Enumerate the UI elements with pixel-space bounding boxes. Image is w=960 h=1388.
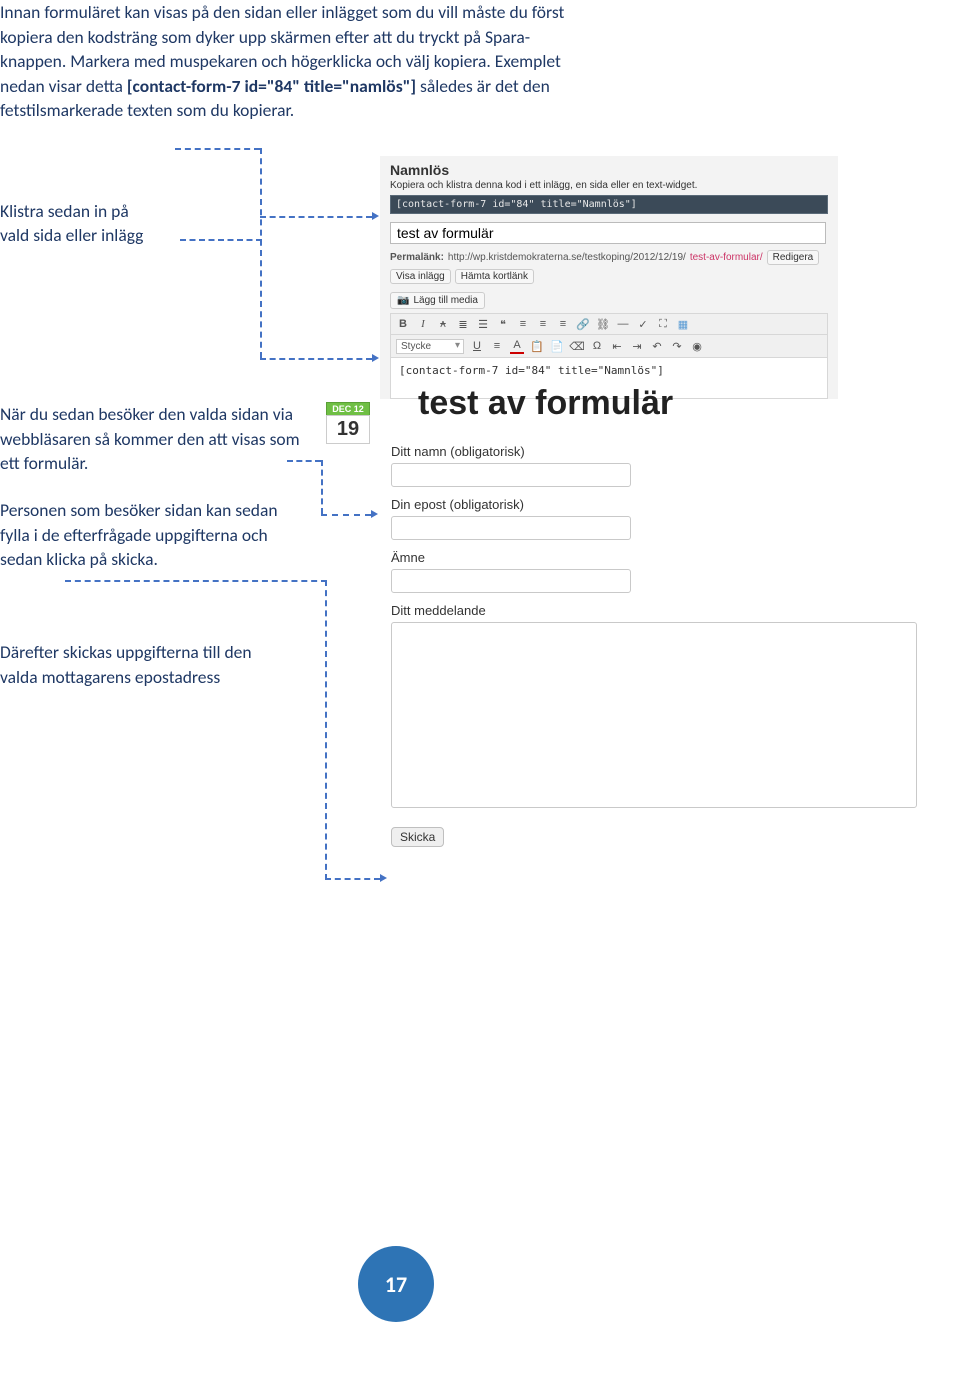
align-left-icon[interactable]: ≡ xyxy=(516,317,530,331)
permalink-slug: test-av-formular/ xyxy=(690,252,763,263)
shortcode-help: Kopiera och klistra denna kod i ett inlä… xyxy=(380,180,838,195)
outdent-icon[interactable]: ⇤ xyxy=(610,339,624,353)
connector xyxy=(175,148,260,150)
justify-icon[interactable]: ≡ xyxy=(490,339,504,353)
editor-toolbar-row1: B I ᴀ ≣ ☰ ❝ ≡ ≡ ≡ 🔗 ⛓ — ✓ ⛶ ▦ xyxy=(390,313,828,335)
contact-form: Ditt namn (obligatorisk) Din epost (obli… xyxy=(391,434,926,847)
connector xyxy=(65,580,327,582)
page-number: 17 xyxy=(358,1246,434,1322)
align-right-icon[interactable]: ≡ xyxy=(556,317,570,331)
intro-paragraph: Innan formuläret kan visas på den sidan … xyxy=(0,0,580,123)
connector xyxy=(287,460,321,462)
connector xyxy=(260,216,372,218)
spell-icon[interactable]: ✓ xyxy=(636,317,650,331)
visit-instruction: När du sedan besöker den valda sidan via… xyxy=(0,402,300,476)
connector xyxy=(180,239,262,241)
message-label: Ditt meddelande xyxy=(391,603,926,618)
connector xyxy=(260,148,262,358)
arrow-icon xyxy=(371,510,378,518)
intro-shortcode: [contact-form-7 id="84" title="namlös"] xyxy=(127,75,416,97)
arrow-icon xyxy=(372,354,379,362)
textcolor-icon[interactable]: A xyxy=(510,338,524,354)
arrow-icon xyxy=(380,874,387,882)
submit-button[interactable]: Skicka xyxy=(391,827,444,847)
link-icon[interactable]: 🔗 xyxy=(576,317,590,331)
special-char-icon[interactable]: Ω xyxy=(590,339,604,353)
strike-icon[interactable]: ᴀ xyxy=(436,317,450,331)
redo-icon[interactable]: ↷ xyxy=(670,339,684,353)
form-title: Namnlös xyxy=(380,156,838,180)
permalink-url: http://wp.kristdemokraterna.se/testkopin… xyxy=(448,252,686,263)
fullscreen-icon[interactable]: ⛶ xyxy=(656,317,670,331)
more-icon[interactable]: — xyxy=(616,317,630,331)
indent-icon[interactable]: ⇥ xyxy=(630,339,644,353)
shortlink-button[interactable]: Hämta kortlänk xyxy=(455,269,534,284)
subject-input[interactable] xyxy=(391,569,631,593)
email-input[interactable] xyxy=(391,516,631,540)
date-month: DEC 12 xyxy=(326,402,370,415)
name-label: Ditt namn (obligatorisk) xyxy=(391,444,926,459)
name-input[interactable] xyxy=(391,463,631,487)
permalink-label: Permalänk: xyxy=(390,252,444,263)
wp-editor-screenshot: Namnlös Kopiera och klistra denna kod i … xyxy=(380,156,838,399)
connector xyxy=(260,358,372,360)
connector xyxy=(325,580,327,880)
connector xyxy=(325,878,380,880)
date-day: 19 xyxy=(326,415,370,444)
bullets-icon[interactable]: ≣ xyxy=(456,317,470,331)
connector xyxy=(321,460,323,514)
message-textarea[interactable] xyxy=(391,622,917,808)
paste-word-icon[interactable]: 📄 xyxy=(550,339,564,353)
send-instruction: Därefter skickas uppgifterna till den va… xyxy=(0,640,280,689)
arrow-icon xyxy=(372,212,379,220)
italic-icon[interactable]: I xyxy=(416,317,430,331)
quote-icon[interactable]: ❝ xyxy=(496,317,510,331)
subject-label: Ämne xyxy=(391,550,926,565)
paste-instruction: Klistra sedan in på vald sida eller inlä… xyxy=(0,200,143,247)
date-badge: DEC 12 19 xyxy=(326,402,370,444)
format-select[interactable]: Stycke xyxy=(396,339,464,354)
kitchen-sink-icon[interactable]: ▦ xyxy=(676,317,690,331)
connector xyxy=(321,514,371,516)
email-label: Din epost (obligatorisk) xyxy=(391,497,926,512)
add-media-label: Lägg till media xyxy=(413,295,477,306)
shortcode-box[interactable]: [contact-form-7 id="84" title="Namnlös"] xyxy=(390,195,828,214)
align-center-icon[interactable]: ≡ xyxy=(536,317,550,331)
help-icon[interactable]: ◉ xyxy=(690,339,704,353)
undo-icon[interactable]: ↶ xyxy=(650,339,664,353)
paste-line1: Klistra sedan in på xyxy=(0,200,143,224)
bold-icon[interactable]: B xyxy=(396,317,410,331)
permalink-row: Permalänk: http://wp.kristdemokraterna.s… xyxy=(380,250,838,290)
add-media-button[interactable]: 📷 Lägg till media xyxy=(390,292,485,309)
clear-format-icon[interactable]: ⌫ xyxy=(570,339,584,353)
fill-instruction: Personen som besöker sidan kan sedan fyl… xyxy=(0,498,310,572)
underline-icon[interactable]: U xyxy=(470,339,484,353)
editor-toolbar-row2: Stycke U ≡ A 📋 📄 ⌫ Ω ⇤ ⇥ ↶ ↷ ◉ xyxy=(390,335,828,358)
view-post-button[interactable]: Visa inlägg xyxy=(390,269,451,284)
edit-permalink-button[interactable]: Redigera xyxy=(767,250,820,265)
post-title: test av formulär xyxy=(418,384,673,423)
camera-icon: 📷 xyxy=(397,295,409,306)
numbers-icon[interactable]: ☰ xyxy=(476,317,490,331)
paste-line2: vald sida eller inlägg xyxy=(0,224,143,248)
post-title-input[interactable] xyxy=(390,222,826,244)
unlink-icon[interactable]: ⛓ xyxy=(596,317,610,331)
paste-text-icon[interactable]: 📋 xyxy=(530,339,544,353)
